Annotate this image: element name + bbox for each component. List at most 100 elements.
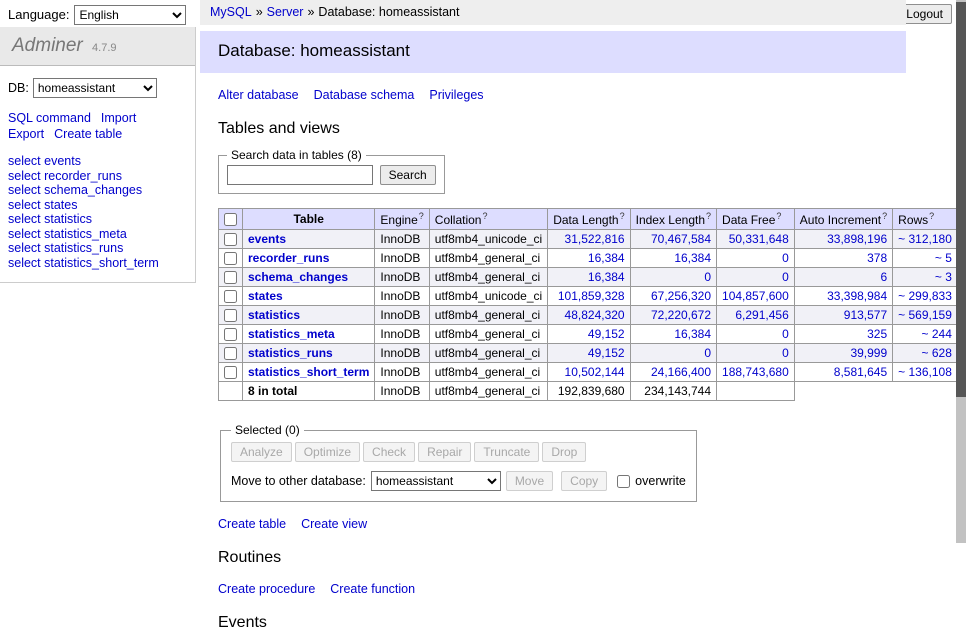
breadcrumb-link-mysql[interactable]: MySQL — [210, 5, 252, 19]
row-checkbox-statistics[interactable] — [224, 309, 237, 322]
data-free-value[interactable]: 188,743,680 — [722, 365, 789, 379]
data-length-value[interactable]: 31,522,816 — [565, 232, 625, 246]
column-header-data-free[interactable]: Data Free? — [717, 209, 795, 230]
sidebar-action-create-table[interactable]: Create table — [54, 127, 122, 141]
overwrite-option[interactable]: overwrite — [615, 474, 686, 488]
column-header-index-length[interactable]: Index Length? — [630, 209, 716, 230]
analyze-button[interactable]: Analyze — [231, 442, 292, 462]
column-header-rows[interactable]: Rows? — [893, 209, 958, 230]
auto-increment-value[interactable]: 378 — [867, 251, 887, 265]
help-link[interactable]: ? — [706, 211, 711, 221]
column-header-auto-increment[interactable]: Auto Increment? — [794, 209, 892, 230]
overwrite-checkbox[interactable] — [617, 475, 630, 488]
data-length-value[interactable]: 48,824,320 — [565, 308, 625, 322]
index-length-value[interactable]: 0 — [704, 346, 711, 360]
table-name-link-statistics[interactable]: statistics — [248, 308, 300, 322]
index-length-value[interactable]: 0 — [704, 270, 711, 284]
data-length-value[interactable]: 49,152 — [588, 327, 625, 341]
auto-increment-value[interactable]: 33,398,984 — [827, 289, 887, 303]
drop-button[interactable]: Drop — [542, 442, 586, 462]
row-checkbox-statistics-short-term[interactable] — [224, 366, 237, 379]
db-select[interactable]: homeassistant — [33, 78, 157, 98]
data-free-value[interactable]: 0 — [782, 346, 789, 360]
truncate-button[interactable]: Truncate — [474, 442, 539, 462]
move-button[interactable]: Move — [506, 471, 553, 491]
auto-increment-value[interactable]: 8,581,645 — [834, 365, 887, 379]
index-length-value[interactable]: 16,384 — [674, 251, 711, 265]
help-link[interactable]: ? — [482, 211, 487, 221]
rows-value[interactable]: ~ 244 — [922, 327, 952, 341]
auto-increment-value[interactable]: 913,577 — [844, 308, 887, 322]
index-length-value[interactable]: 70,467,584 — [651, 232, 711, 246]
auto-increment-value[interactable]: 39,999 — [850, 346, 887, 360]
auto-increment-value[interactable]: 33,898,196 — [827, 232, 887, 246]
rows-value[interactable]: ~ 312,180 — [898, 232, 952, 246]
help-link[interactable]: ? — [776, 211, 781, 221]
help-link[interactable]: ? — [419, 211, 424, 221]
data-free-value[interactable]: 0 — [782, 270, 789, 284]
help-link[interactable]: ? — [620, 211, 625, 221]
sidebar-select-statistics-runs[interactable]: select statistics_runs — [8, 241, 187, 256]
index-length-value[interactable]: 67,256,320 — [651, 289, 711, 303]
table-name-link-states[interactable]: states — [248, 289, 283, 303]
routine-link-create-function[interactable]: Create function — [330, 582, 415, 596]
index-length-value[interactable]: 16,384 — [674, 327, 711, 341]
data-length-value[interactable]: 10,502,144 — [565, 365, 625, 379]
rows-value[interactable]: ~ 5 — [935, 251, 952, 265]
optimize-button[interactable]: Optimize — [295, 442, 360, 462]
sidebar-select-schema-changes[interactable]: select schema_changes — [8, 183, 187, 198]
select-all-checkbox[interactable] — [224, 213, 237, 226]
auto-increment-value[interactable]: 325 — [867, 327, 887, 341]
search-input[interactable] — [227, 165, 373, 185]
sidebar-action-sql-command[interactable]: SQL command — [8, 111, 91, 125]
nav-link-database-schema[interactable]: Database schema — [314, 88, 415, 102]
sidebar-select-recorder-runs[interactable]: select recorder_runs — [8, 169, 187, 184]
row-checkbox-states[interactable] — [224, 290, 237, 303]
table-name-link-events[interactable]: events — [248, 232, 286, 246]
nav-link-privileges[interactable]: Privileges — [429, 88, 483, 102]
repair-button[interactable]: Repair — [418, 442, 471, 462]
sidebar-select-states[interactable]: select states — [8, 198, 187, 213]
rows-value[interactable]: ~ 3 — [935, 270, 952, 284]
search-button[interactable]: Search — [380, 165, 436, 185]
help-link[interactable]: ? — [882, 211, 887, 221]
row-checkbox-statistics-runs[interactable] — [224, 347, 237, 360]
data-free-value[interactable]: 0 — [782, 327, 789, 341]
index-length-value[interactable]: 24,166,400 — [651, 365, 711, 379]
data-length-value[interactable]: 16,384 — [588, 270, 625, 284]
language-select[interactable]: English — [74, 5, 186, 25]
move-db-select[interactable]: homeassistant — [371, 471, 501, 491]
table-name-link-statistics-short-term[interactable]: statistics_short_term — [248, 365, 369, 379]
column-header-table[interactable]: Table — [243, 209, 375, 230]
sidebar-action-import[interactable]: Import — [101, 111, 136, 125]
check-button[interactable]: Check — [363, 442, 415, 462]
create-link-create-table[interactable]: Create table — [218, 517, 286, 531]
help-link[interactable]: ? — [929, 211, 934, 221]
column-header-collation[interactable]: Collation? — [429, 209, 547, 230]
nav-link-alter-database[interactable]: Alter database — [218, 88, 299, 102]
table-name-link-schema-changes[interactable]: schema_changes — [248, 270, 348, 284]
rows-value[interactable]: ~ 299,833 — [898, 289, 952, 303]
row-checkbox-statistics-meta[interactable] — [224, 328, 237, 341]
sidebar-select-statistics-meta[interactable]: select statistics_meta — [8, 227, 187, 242]
copy-button[interactable]: Copy — [561, 471, 607, 491]
rows-value[interactable]: ~ 136,108 — [898, 365, 952, 379]
column-header-data-length[interactable]: Data Length? — [548, 209, 630, 230]
routine-link-create-procedure[interactable]: Create procedure — [218, 582, 315, 596]
table-name-link-statistics-runs[interactable]: statistics_runs — [248, 346, 333, 360]
scrollbar-thumb[interactable] — [956, 2, 966, 397]
sidebar-select-statistics-short-term[interactable]: select statistics_short_term — [8, 256, 187, 271]
data-free-value[interactable]: 104,857,600 — [722, 289, 789, 303]
row-checkbox-events[interactable] — [224, 233, 237, 246]
table-name-link-recorder-runs[interactable]: recorder_runs — [248, 251, 329, 265]
sidebar-select-events[interactable]: select events — [8, 154, 187, 169]
auto-increment-value[interactable]: 6 — [880, 270, 887, 284]
row-checkbox-recorder-runs[interactable] — [224, 252, 237, 265]
sidebar-select-statistics[interactable]: select statistics — [8, 212, 187, 227]
data-free-value[interactable]: 6,291,456 — [735, 308, 788, 322]
create-link-create-view[interactable]: Create view — [301, 517, 367, 531]
table-name-link-statistics-meta[interactable]: statistics_meta — [248, 327, 335, 341]
column-header-engine[interactable]: Engine? — [375, 209, 429, 230]
scrollbar[interactable] — [956, 0, 966, 543]
data-free-value[interactable]: 50,331,648 — [729, 232, 789, 246]
